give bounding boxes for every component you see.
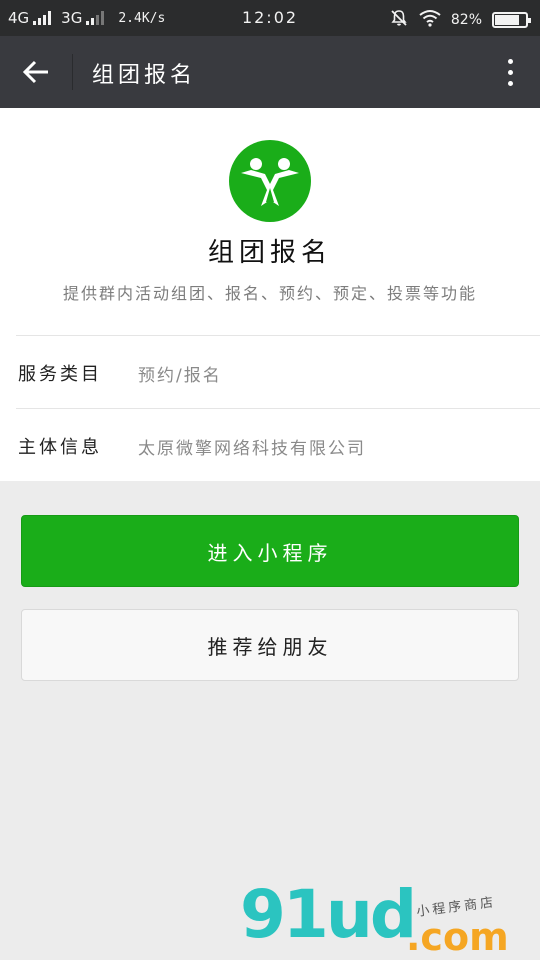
service-category-label: 服务类目	[18, 364, 102, 385]
service-category-value: 预约/报名	[138, 366, 222, 386]
status-right: 82%	[389, 8, 531, 32]
entity-value: 太原微擎网络科技有限公司	[138, 439, 366, 459]
battery-icon	[492, 12, 531, 28]
watermark-brand: 91ud	[240, 876, 417, 953]
battery-fill	[495, 15, 520, 25]
nav-separator	[72, 54, 73, 90]
app-description: 提供群内活动组团、报名、预约、预定、投票等功能	[62, 284, 477, 303]
people-logo-icon	[229, 140, 311, 222]
watermark-domain: .com	[406, 915, 509, 959]
mute-icon	[389, 8, 409, 32]
back-button[interactable]	[14, 54, 58, 90]
entity-label: 主体信息	[18, 437, 102, 458]
watermark: 91ud 小程序商店 .com	[238, 880, 538, 960]
wifi-icon	[419, 9, 441, 31]
battery-percent: 82%	[450, 12, 482, 28]
status-bar: 4G 3G 2.4K/s 12:02 82%	[0, 0, 540, 36]
enter-miniprogram-button[interactable]: 进入小程序	[21, 515, 519, 587]
info-row-entity: 主体信息 太原微擎网络科技有限公司	[0, 409, 540, 481]
arrow-left-icon	[22, 60, 48, 84]
more-button[interactable]	[498, 52, 522, 92]
more-vertical-icon	[507, 58, 513, 64]
nav-title: 组团报名	[92, 63, 197, 88]
app-name: 组团报名	[207, 238, 332, 268]
info-row-service-category: 服务类目 预约/报名	[0, 336, 540, 408]
nav-bar: 组团报名	[0, 36, 540, 108]
app-info-card: 组团报名 提供群内活动组团、报名、预约、预定、投票等功能 服务类目 预约/报名 …	[0, 108, 540, 481]
recommend-to-friend-button[interactable]: 推荐给朋友	[21, 609, 519, 681]
